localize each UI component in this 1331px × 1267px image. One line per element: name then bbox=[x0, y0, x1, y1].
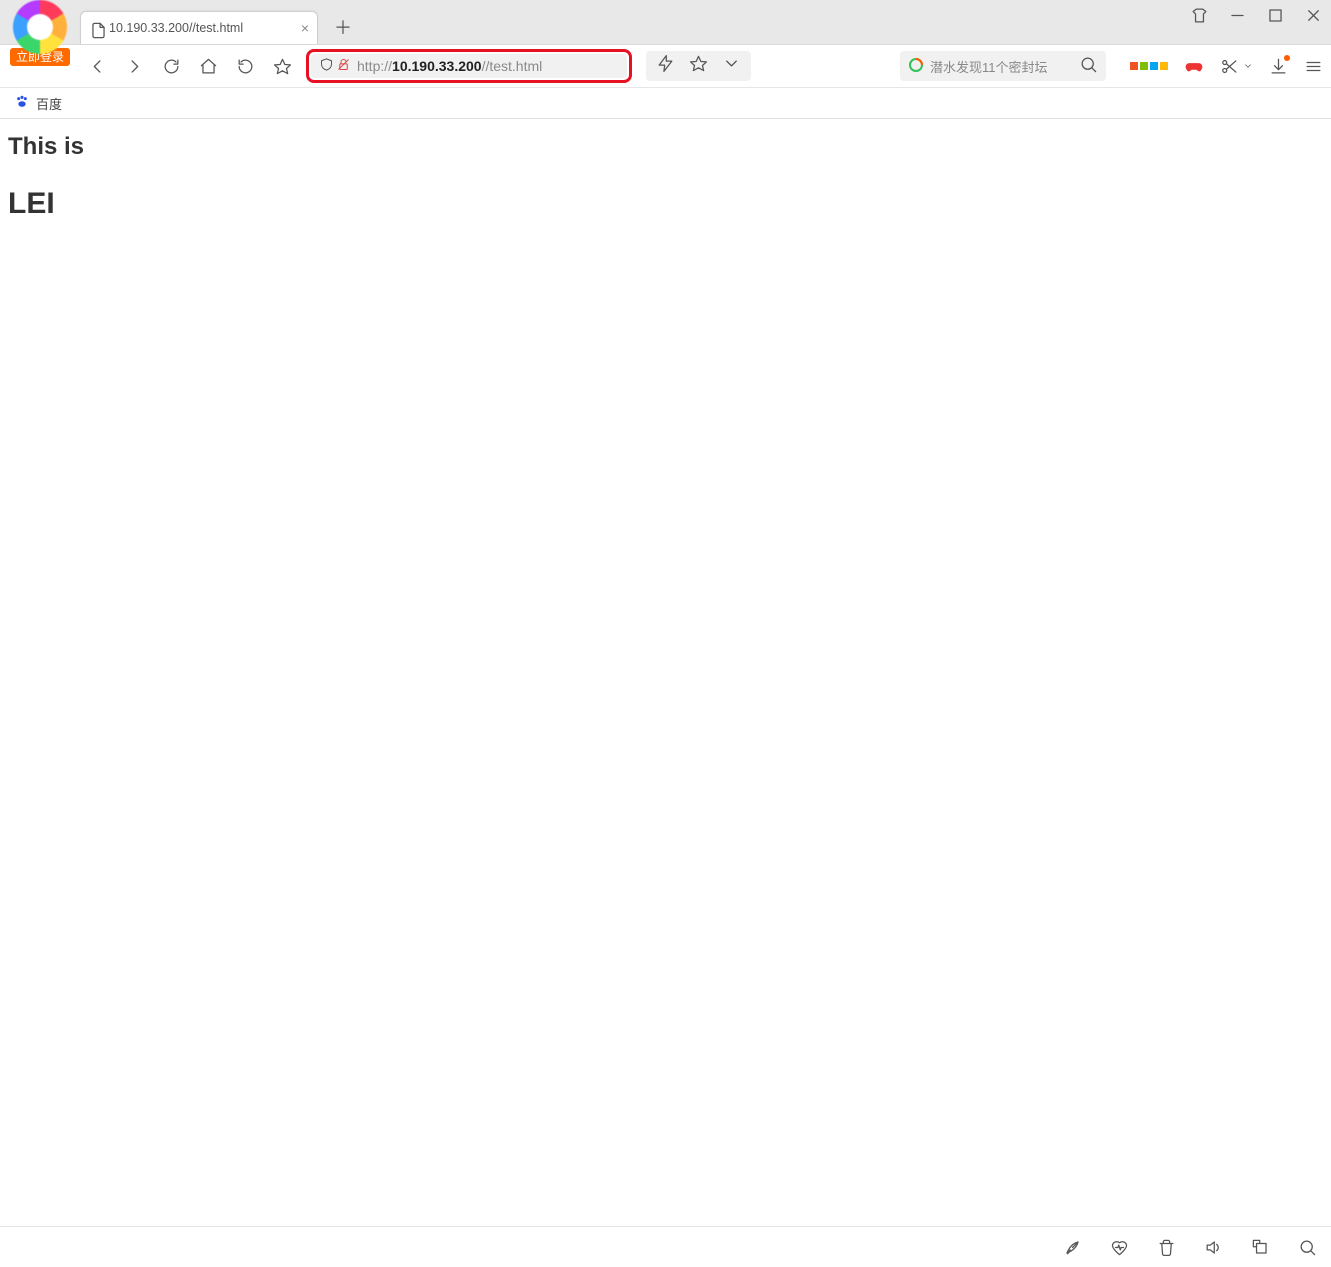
restore-window-icon[interactable] bbox=[1251, 1238, 1270, 1257]
tab-active[interactable]: 10.190.33.200//test.html × bbox=[80, 11, 318, 44]
apps-grid-icon[interactable] bbox=[1130, 62, 1168, 70]
url-actions bbox=[646, 51, 751, 81]
shield-icon[interactable] bbox=[319, 57, 334, 75]
bookmark-star-button[interactable] bbox=[273, 57, 292, 76]
tab-title: 10.190.33.200//test.html bbox=[109, 21, 243, 35]
trash-icon[interactable] bbox=[1157, 1238, 1176, 1257]
page-heading-1: This is bbox=[8, 133, 1323, 161]
download-icon[interactable] bbox=[1269, 57, 1288, 76]
search-icon[interactable] bbox=[1079, 55, 1098, 77]
search-box[interactable]: 潜水发现11个密封坛 bbox=[900, 51, 1106, 81]
back-button[interactable] bbox=[88, 57, 107, 76]
url-prefix: http:// bbox=[357, 58, 392, 74]
new-tab-button[interactable]: ＋ bbox=[330, 14, 356, 40]
address-bar[interactable]: http://10.190.33.200//test.html bbox=[311, 54, 627, 78]
status-bar bbox=[0, 1226, 1331, 1267]
minimize-button[interactable] bbox=[1227, 6, 1247, 25]
reload-button[interactable] bbox=[162, 57, 181, 76]
browser-logo-icon[interactable] bbox=[13, 0, 67, 54]
page-content: This is LEI bbox=[0, 119, 1331, 235]
forward-button[interactable] bbox=[125, 57, 144, 76]
tab-favicon-icon bbox=[89, 21, 103, 35]
scissors-icon[interactable] bbox=[1220, 57, 1239, 76]
maximize-button[interactable] bbox=[1265, 6, 1285, 25]
menu-icon[interactable] bbox=[1304, 57, 1323, 76]
url-host: 10.190.33.200 bbox=[392, 58, 482, 74]
page-heading-2: LEI bbox=[8, 187, 1323, 221]
tabs-row: 10.190.33.200//test.html × ＋ bbox=[0, 0, 1331, 45]
gamepad-icon[interactable] bbox=[1184, 56, 1204, 76]
rocket-icon[interactable] bbox=[1063, 1238, 1082, 1257]
scissors-dropdown-icon[interactable] bbox=[1243, 61, 1253, 71]
window-controls bbox=[1189, 6, 1323, 25]
url-path: //test.html bbox=[482, 58, 543, 74]
bookmark-bar: 百度 bbox=[0, 88, 1331, 119]
status-search-icon[interactable] bbox=[1298, 1238, 1317, 1257]
heart-rate-icon[interactable] bbox=[1110, 1238, 1129, 1257]
360-logo-icon bbox=[908, 57, 924, 76]
wardrobe-icon[interactable] bbox=[1189, 6, 1209, 25]
baidu-paw-icon[interactable] bbox=[14, 94, 30, 113]
undo-button[interactable] bbox=[236, 57, 255, 76]
bookmark-baidu[interactable]: 百度 bbox=[36, 94, 62, 113]
insecure-lock-icon[interactable] bbox=[336, 57, 351, 75]
home-button[interactable] bbox=[199, 57, 218, 76]
flash-icon[interactable] bbox=[656, 54, 675, 78]
url-text: http://10.190.33.200//test.html bbox=[357, 58, 542, 74]
tab-close-icon[interactable]: × bbox=[301, 20, 309, 36]
favorite-star-icon[interactable] bbox=[689, 54, 708, 78]
toolbar: http://10.190.33.200//test.html 潜水发现11个密… bbox=[0, 45, 1331, 88]
sound-icon[interactable] bbox=[1204, 1238, 1223, 1257]
search-placeholder: 潜水发现11个密封坛 bbox=[930, 57, 1073, 76]
url-box-highlight: http://10.190.33.200//test.html bbox=[306, 49, 632, 83]
close-window-button[interactable] bbox=[1303, 6, 1323, 25]
dropdown-chevron-icon[interactable] bbox=[722, 54, 741, 78]
